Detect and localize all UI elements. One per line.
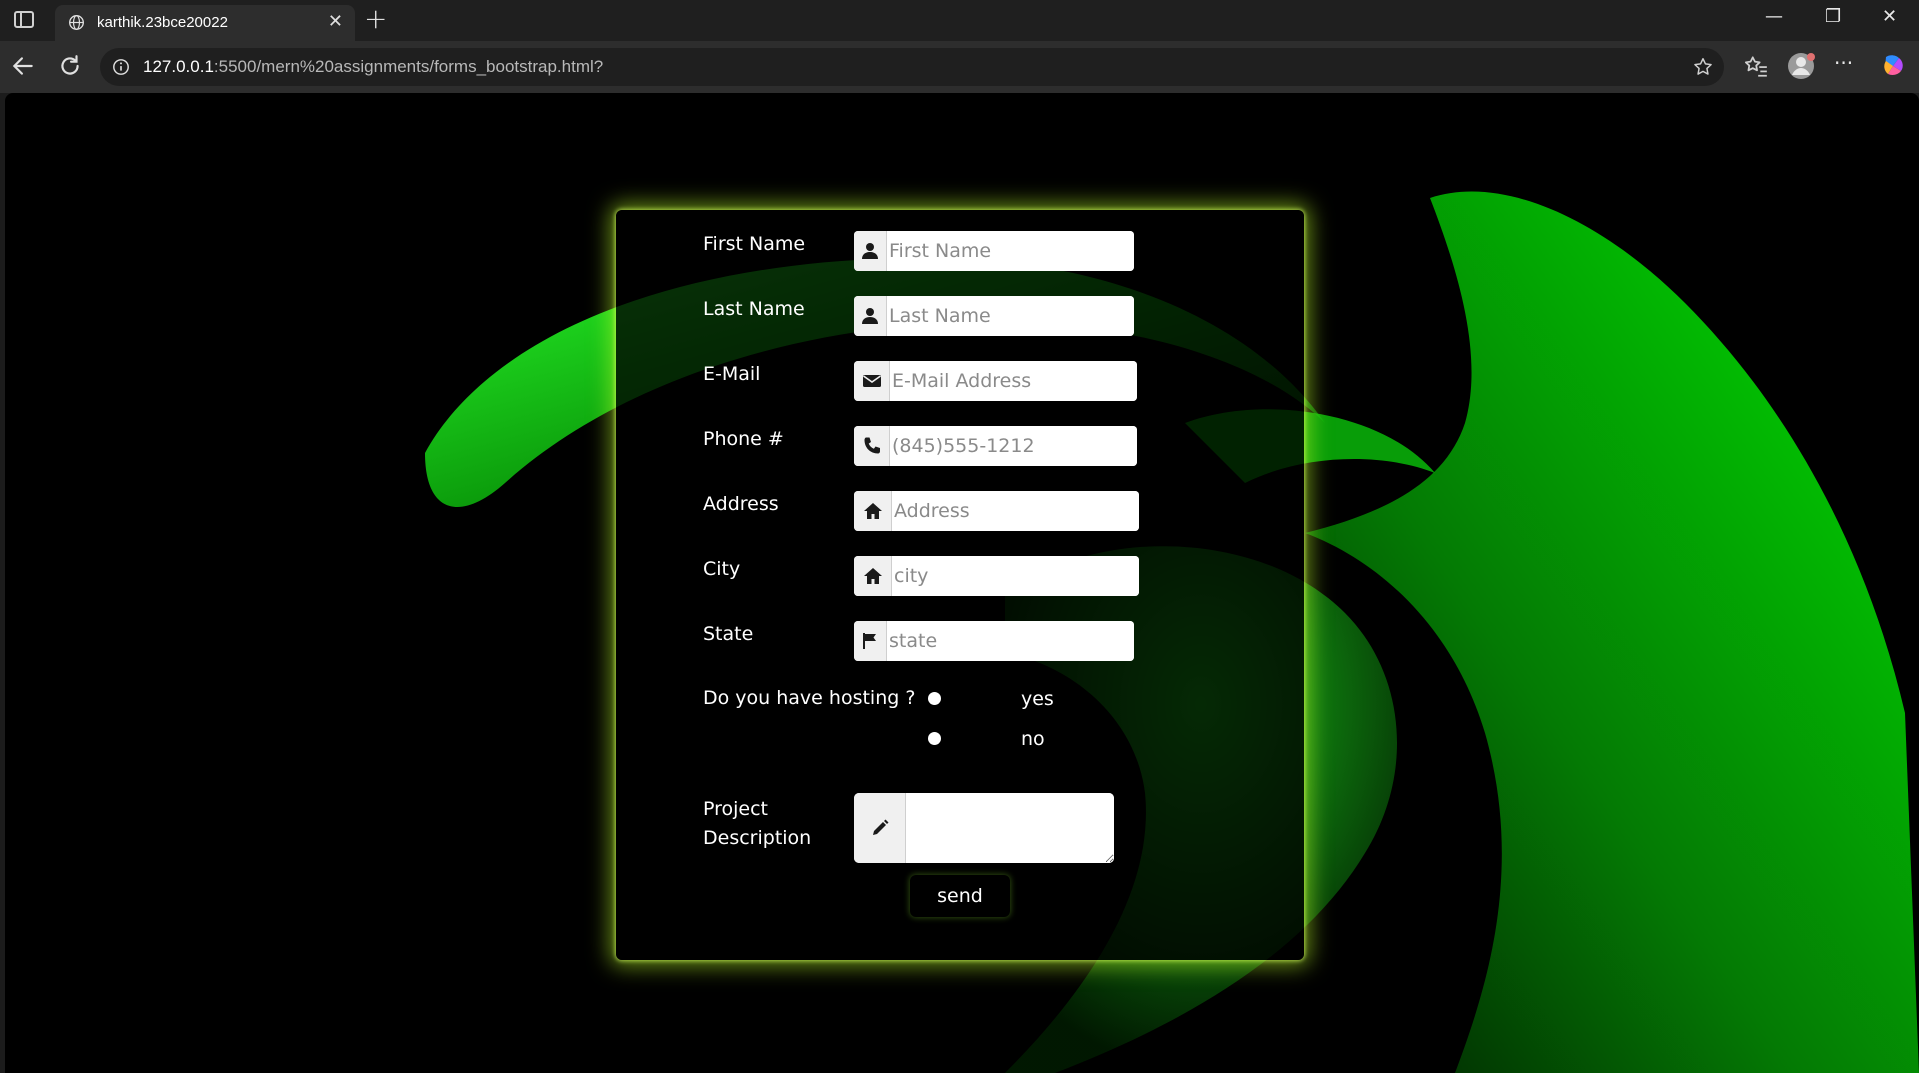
tab-close-icon[interactable]: ✕ <box>328 11 343 32</box>
flag-icon <box>854 621 887 661</box>
copilot-icon[interactable] <box>1878 51 1908 81</box>
sidebar-toggle-icon[interactable] <box>14 11 34 28</box>
last-name-label: Last Name <box>703 298 805 320</box>
page-viewport: First Name Last Name E-Mail <box>5 93 1919 1073</box>
email-label: E-Mail <box>703 363 761 385</box>
home-icon <box>854 556 892 596</box>
hosting-label: Do you have hosting ? <box>703 687 916 709</box>
favorites-icon[interactable] <box>1743 53 1769 79</box>
email-row: E-Mail <box>616 361 1304 401</box>
first-name-input[interactable] <box>887 231 1134 271</box>
phone-group <box>854 426 1137 466</box>
city-label: City <box>703 558 741 580</box>
site-info-icon[interactable] <box>112 58 130 76</box>
address-input[interactable] <box>892 491 1139 531</box>
browser-titlebar: karthik.23bce20022 ✕ + — ❐ ✕ <box>0 0 1919 41</box>
browser-tab[interactable]: karthik.23bce20022 ✕ <box>55 5 355 41</box>
email-group <box>854 361 1137 401</box>
contact-form: First Name Last Name E-Mail <box>616 210 1304 960</box>
reload-icon[interactable] <box>57 53 83 79</box>
tab-title: karthik.23bce20022 <box>97 14 228 31</box>
state-label: State <box>703 623 754 645</box>
pencil-icon <box>854 793 906 863</box>
address-bar[interactable]: 127.0.0.1:5500/mern%20assignments/forms_… <box>100 48 1724 86</box>
address-label: Address <box>703 493 779 515</box>
last-name-input[interactable] <box>887 296 1134 336</box>
minimize-button[interactable]: — <box>1765 6 1783 27</box>
back-arrow-icon[interactable] <box>10 53 36 79</box>
envelope-icon <box>854 361 890 401</box>
project-description-textarea[interactable] <box>906 793 1114 863</box>
user-icon <box>854 231 887 271</box>
project-description-group <box>854 793 1114 863</box>
more-menu-button[interactable]: ··· <box>1834 51 1853 75</box>
restore-button[interactable]: ❐ <box>1825 6 1841 27</box>
home-icon <box>854 491 892 531</box>
state-row: State <box>616 621 1304 661</box>
city-row: City <box>616 556 1304 596</box>
profile-avatar-icon[interactable] <box>1786 51 1816 81</box>
first-name-row: First Name <box>616 231 1304 271</box>
phone-row: Phone # <box>616 426 1304 466</box>
phone-label: Phone # <box>703 428 784 450</box>
hosting-no-radio[interactable] <box>928 732 941 745</box>
state-group <box>854 621 1134 661</box>
first-name-label: First Name <box>703 233 806 255</box>
state-input[interactable] <box>887 621 1134 661</box>
project-label-line1: Project <box>703 798 769 820</box>
url-path: :5500/mern%20assignments/forms_bootstrap… <box>213 57 604 76</box>
hosting-no-label: no <box>1021 728 1045 750</box>
city-group <box>854 556 1139 596</box>
hosting-yes-label: yes <box>1021 688 1054 710</box>
phone-input[interactable] <box>890 426 1137 466</box>
browser-navbar: 127.0.0.1:5500/mern%20assignments/forms_… <box>0 41 1919 93</box>
hosting-yes-radio[interactable] <box>928 692 941 705</box>
send-button[interactable]: send <box>910 875 1010 917</box>
last-name-group <box>854 296 1134 336</box>
url-text[interactable]: 127.0.0.1:5500/mern%20assignments/forms_… <box>143 57 603 77</box>
email-input[interactable] <box>890 361 1137 401</box>
close-window-button[interactable]: ✕ <box>1882 6 1897 27</box>
first-name-group <box>854 231 1134 271</box>
new-tab-button[interactable]: + <box>364 2 387 35</box>
address-row: Address <box>616 491 1304 531</box>
city-input[interactable] <box>892 556 1139 596</box>
url-host: 127.0.0.1 <box>143 57 214 76</box>
phone-icon <box>854 426 890 466</box>
address-group <box>854 491 1139 531</box>
last-name-row: Last Name <box>616 296 1304 336</box>
user-icon <box>854 296 887 336</box>
globe-icon <box>69 15 84 30</box>
project-label-line2: Description <box>703 827 812 849</box>
favorite-star-icon[interactable] <box>1692 56 1714 78</box>
